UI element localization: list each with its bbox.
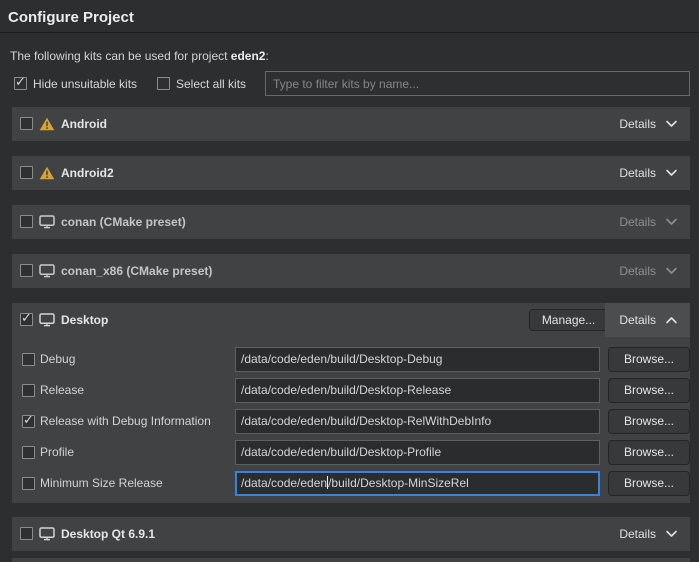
warning-icon — [39, 117, 55, 131]
details-label: Details — [619, 117, 656, 131]
build-dir-input[interactable]: /data/code/eden/build/Desktop-Debug — [235, 347, 600, 372]
build-dir-value: /data/code/eden/build/Desktop-RelWithDeb… — [241, 414, 491, 428]
details-button[interactable]: Details — [605, 156, 690, 190]
config-label: Profile — [40, 440, 74, 465]
chevron-down-icon — [665, 530, 678, 538]
select-all-checkbox[interactable] — [157, 77, 170, 90]
build-dir-value: /data/code/eden — [241, 476, 327, 490]
browse-button[interactable]: Browse... — [608, 378, 690, 403]
config-checkbox[interactable] — [22, 446, 35, 459]
desktop-monitor-icon — [39, 264, 55, 278]
kit-checkbox[interactable]: ✓ — [20, 313, 33, 326]
kit-name: Android — [61, 107, 107, 141]
kit-name: Android2 — [61, 156, 114, 190]
title-separator — [0, 32, 699, 33]
subtitle-suffix: : — [265, 49, 268, 63]
kit-row-android2: Android2 Details — [12, 156, 690, 190]
kit-name: Desktop — [61, 303, 108, 337]
kit-row-desktop-qt: Desktop Qt 6.9.1 Details — [12, 517, 690, 551]
chevron-down-icon — [665, 218, 678, 226]
subtitle-prefix: The following kits can be used for proje… — [10, 49, 231, 63]
hide-unsuitable-label: Hide unsuitable kits — [33, 77, 137, 91]
browse-button[interactable]: Browse... — [608, 347, 690, 372]
desktop-monitor-icon — [39, 313, 55, 327]
browse-button[interactable]: Browse... — [608, 409, 690, 434]
kit-row-conan: conan (CMake preset) Details — [12, 205, 690, 239]
build-dir-input[interactable]: /data/code/eden/build/Desktop-RelWithDeb… — [235, 409, 600, 434]
kit-name: Desktop Qt 6.9.1 — [61, 517, 155, 551]
details-button[interactable]: Details — [605, 303, 690, 337]
build-dir-input-focused[interactable]: /data/code/eden/build/Desktop-MinSizeRel — [235, 471, 600, 496]
configure-project-screen: Configure Project The following kits can… — [0, 0, 699, 562]
details-button[interactable]: Details — [605, 517, 690, 551]
build-config-row-minsizerel: Minimum Size Release /data/code/eden/bui… — [12, 471, 690, 496]
config-checkbox[interactable] — [22, 353, 35, 366]
config-label: Debug — [40, 347, 75, 372]
build-dir-value: /data/code/eden/build/Desktop-Profile — [241, 445, 441, 459]
config-label: Release with Debug Information — [40, 409, 211, 434]
check-icon: ✓ — [21, 311, 32, 324]
details-button[interactable]: Details — [605, 254, 690, 288]
config-label: Release — [40, 378, 84, 403]
details-button[interactable]: Details — [605, 205, 690, 239]
details-label: Details — [619, 215, 656, 229]
browse-button[interactable]: Browse... — [608, 471, 690, 496]
kit-checkbox[interactable] — [20, 215, 33, 228]
select-all-label: Select all kits — [176, 77, 246, 91]
build-dir-input[interactable]: /data/code/eden/build/Desktop-Release — [235, 378, 600, 403]
kit-checkbox[interactable] — [20, 166, 33, 179]
config-checkbox[interactable]: ✓ — [22, 415, 35, 428]
build-dir-value: /build/Desktop-MinSizeRel — [328, 476, 469, 490]
details-label: Details — [619, 527, 656, 541]
kit-row-android: Android Details — [12, 107, 690, 141]
check-icon: ✓ — [15, 75, 26, 88]
build-config-row-release: Release /data/code/eden/build/Desktop-Re… — [12, 378, 690, 403]
kit-name: conan (CMake preset) — [61, 205, 186, 239]
kit-row-desktop: ✓ Desktop Manage... Details — [12, 303, 690, 337]
kit-name: conan_x86 (CMake preset) — [61, 254, 212, 288]
kits-subtitle: The following kits can be used for proje… — [10, 49, 269, 63]
build-config-row-profile: Profile /data/code/eden/build/Desktop-Pr… — [12, 440, 690, 465]
config-checkbox[interactable] — [22, 477, 35, 490]
chevron-up-icon — [665, 316, 678, 324]
desktop-monitor-icon — [39, 527, 55, 541]
details-button[interactable]: Details — [605, 107, 690, 141]
manage-button[interactable]: Manage... — [529, 309, 608, 331]
config-label: Minimum Size Release — [40, 471, 163, 496]
details-label: Details — [619, 166, 656, 180]
browse-button[interactable]: Browse... — [608, 440, 690, 465]
kit-row-conan-x86: conan_x86 (CMake preset) Details — [12, 254, 690, 288]
project-name: eden2 — [231, 49, 266, 63]
kit-checkbox[interactable] — [20, 117, 33, 130]
kit-checkbox[interactable] — [20, 527, 33, 540]
build-config-row-relwithdebinfo: ✓ Release with Debug Information /data/c… — [12, 409, 690, 434]
desktop-monitor-icon — [39, 215, 55, 229]
build-dir-value: /data/code/eden/build/Desktop-Release — [241, 383, 451, 397]
build-config-row-debug: Debug /data/code/eden/build/Desktop-Debu… — [12, 347, 690, 372]
build-dir-input[interactable]: /data/code/eden/build/Desktop-Profile — [235, 440, 600, 465]
config-checkbox[interactable] — [22, 384, 35, 397]
details-label: Details — [619, 264, 656, 278]
warning-icon — [39, 166, 55, 180]
check-icon: ✓ — [23, 413, 34, 426]
chevron-down-icon — [665, 267, 678, 275]
kit-checkbox[interactable] — [20, 264, 33, 277]
chevron-down-icon — [665, 120, 678, 128]
hide-unsuitable-checkbox[interactable]: ✓ — [14, 77, 27, 90]
build-dir-value: /data/code/eden/build/Desktop-Debug — [241, 352, 442, 366]
kit-group-desktop: ✓ Desktop Manage... Details Debug /data/… — [12, 303, 690, 503]
chevron-down-icon — [665, 169, 678, 177]
details-label: Details — [619, 313, 656, 327]
next-kit-row-partial — [12, 558, 690, 562]
kit-filter-input[interactable] — [265, 71, 690, 96]
page-title: Configure Project — [8, 9, 134, 26]
